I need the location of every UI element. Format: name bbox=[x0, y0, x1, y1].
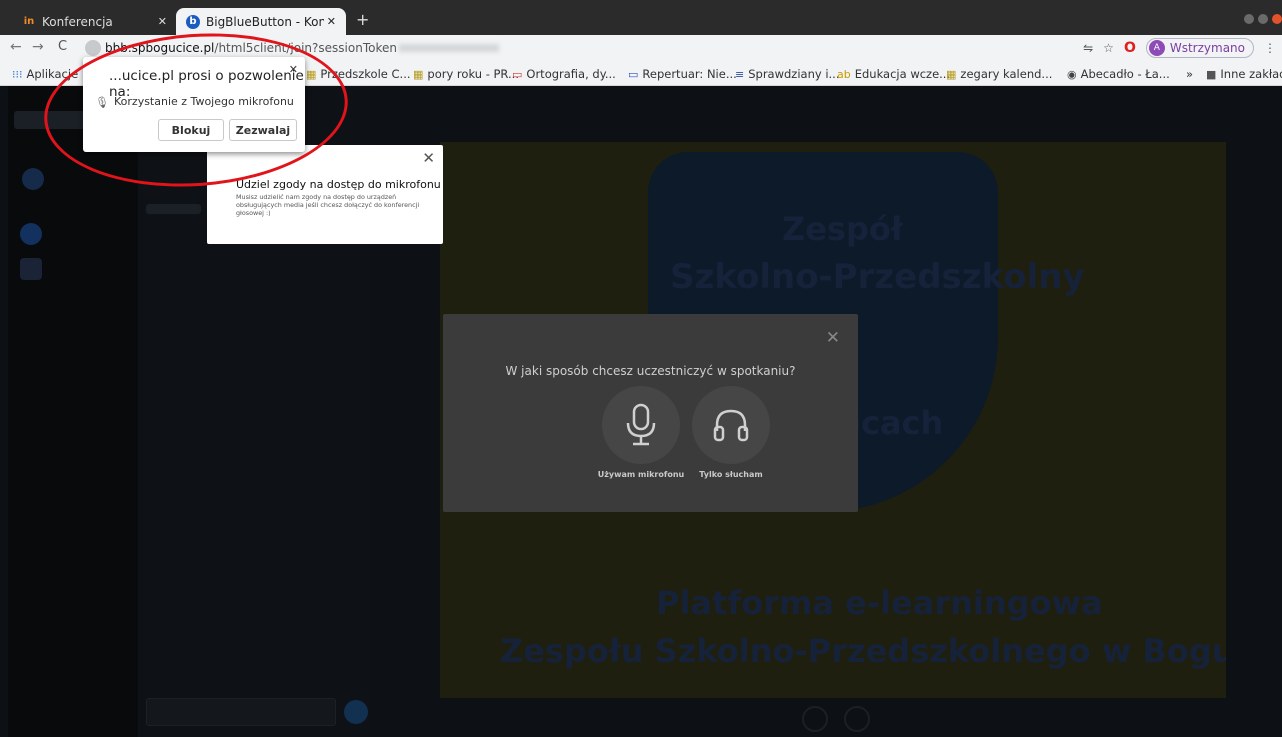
slide-text: icach bbox=[850, 404, 944, 442]
listen-only-button[interactable]: Tylko słucham bbox=[683, 386, 779, 479]
bookmark-item[interactable]: ≡ Sprawdziany i... bbox=[735, 67, 840, 81]
close-icon[interactable]: ✕ bbox=[826, 328, 840, 348]
use-microphone-button[interactable]: Używam mikrofonu bbox=[593, 386, 689, 479]
chat-line bbox=[146, 204, 201, 214]
bookmark-item[interactable]: ▭ Repertuar: Nie... bbox=[628, 67, 737, 81]
tab-label: Konferencja bbox=[42, 14, 113, 29]
user-list-panel bbox=[8, 86, 138, 737]
microphone-icon: 🎙 bbox=[95, 96, 109, 109]
microphone-permission-hint: ✕ Udziel zgody na dostęp do mikrofonu Mu… bbox=[207, 145, 443, 244]
forward-icon[interactable]: → bbox=[32, 39, 44, 55]
folder-image-icon: ▦ bbox=[413, 67, 424, 81]
headphones-icon bbox=[692, 386, 770, 464]
quiz-icon: ≡ bbox=[735, 67, 745, 81]
back-icon[interactable]: ← bbox=[10, 39, 22, 55]
close-icon[interactable]: ✕ bbox=[289, 63, 298, 76]
avatar bbox=[22, 168, 44, 190]
profile-button[interactable]: A Wstrzymano bbox=[1145, 38, 1254, 58]
avatar: A bbox=[1148, 40, 1165, 56]
url-blurred bbox=[398, 44, 499, 52]
bookmark-apps[interactable]: ⁝⁝⁝ Aplikacje bbox=[12, 67, 78, 81]
tab-close-icon[interactable]: ✕ bbox=[327, 15, 336, 28]
opera-extension-icon[interactable]: O bbox=[1124, 40, 1136, 56]
bookmark-item[interactable]: ▦ zegary kalend... bbox=[946, 67, 1052, 81]
minimize-icon[interactable] bbox=[1244, 14, 1254, 24]
window-controls bbox=[1244, 14, 1282, 24]
slide-text: Platforma e-learningowa bbox=[656, 584, 1103, 622]
url-path: /html5client/join?sessionToken bbox=[214, 41, 397, 55]
audio-toggle-icon[interactable] bbox=[802, 706, 828, 732]
translate-icon[interactable]: ⇋ bbox=[1083, 41, 1093, 55]
folder-image-icon: ▦ bbox=[306, 67, 317, 81]
modal-question: W jaki sposób chcesz uczestniczyć w spot… bbox=[505, 364, 796, 378]
abc-icon: ab bbox=[837, 67, 851, 81]
send-button[interactable] bbox=[344, 700, 368, 724]
address-bar[interactable]: bbb.spbogucice.pl /html5client/join?sess… bbox=[85, 37, 1085, 59]
bookmark-item[interactable]: ▦ Przedszkole C... bbox=[306, 67, 411, 81]
slide-text: Szkolno-Przedszkolny bbox=[670, 257, 1085, 297]
microphone-icon bbox=[602, 386, 680, 464]
new-tab-icon[interactable]: + bbox=[356, 10, 369, 29]
option-label: Tylko słucham bbox=[699, 470, 763, 479]
tab-label: BigBlueButton - Konferen bbox=[206, 14, 324, 29]
slide-text: Zespół bbox=[782, 210, 903, 248]
tab-favicon-icon: b bbox=[186, 14, 200, 29]
permission-item: Korzystanie z Twojego mikrofonu bbox=[114, 95, 294, 108]
tab-konferencja[interactable]: in Konferencja ✕ bbox=[12, 8, 177, 35]
folder-image-icon: ▦ bbox=[946, 67, 957, 81]
permission-prompt: ...ucice.pl prosi o pozwolenie na: ✕ 🎙 K… bbox=[83, 57, 305, 152]
presentation-icon: ▭ bbox=[512, 67, 523, 81]
folder-icon: ■ bbox=[1206, 67, 1217, 81]
other-bookmarks[interactable]: ■Inne zakładk bbox=[1206, 67, 1282, 81]
hint-body: Musisz udzielić nam zgody na dostęp do u… bbox=[236, 193, 420, 217]
bookmark-item[interactable]: ▭ Ortografia, dy... bbox=[512, 67, 616, 81]
close-window-icon[interactable] bbox=[1272, 14, 1282, 24]
close-icon[interactable]: ✕ bbox=[422, 149, 435, 167]
avatar bbox=[20, 258, 42, 280]
video-toggle-icon[interactable] bbox=[844, 706, 870, 732]
site-info-icon[interactable] bbox=[85, 40, 101, 56]
avatar bbox=[20, 223, 42, 245]
menu-icon[interactable]: ⋮ bbox=[1264, 41, 1276, 55]
url-host: bbb.spbogucice.pl bbox=[105, 41, 215, 55]
apps-icon: ⁝⁝⁝ bbox=[12, 67, 23, 81]
tab-favicon-icon: in bbox=[23, 16, 35, 27]
option-label: Używam mikrofonu bbox=[597, 470, 685, 479]
audio-join-modal: ✕ W jaki sposób chcesz uczestniczyć w sp… bbox=[443, 314, 858, 512]
tab-close-icon[interactable]: ✕ bbox=[158, 15, 167, 28]
reload-icon[interactable]: C bbox=[58, 39, 67, 54]
bookmark-item[interactable]: ▦ pory roku - PR... bbox=[413, 67, 519, 81]
tab-bigbluebutton[interactable]: b BigBlueButton - Konferen ✕ bbox=[176, 8, 346, 35]
toolbar-right: ⇋ ☆ O A Wstrzymano ⋮ bbox=[1083, 38, 1276, 58]
hint-title: Udziel zgody na dostęp do mikrofonu bbox=[236, 178, 441, 191]
more-bookmarks-icon[interactable]: » bbox=[1186, 67, 1193, 81]
slide-text: Zespołu Szkolno-Przedszkolnego w Bogucic… bbox=[500, 632, 1226, 670]
bookmark-item[interactable]: ◉ Abecadło - Ła... bbox=[1067, 67, 1170, 81]
chat-input[interactable] bbox=[146, 698, 336, 726]
ticket-icon: ▭ bbox=[628, 67, 639, 81]
globe-icon: ◉ bbox=[1067, 67, 1077, 81]
allow-button[interactable]: Zezwalaj bbox=[229, 119, 297, 141]
maximize-icon[interactable] bbox=[1258, 14, 1268, 24]
profile-label: Wstrzymano bbox=[1169, 41, 1245, 55]
bookmark-item[interactable]: ab Edukacja wcze... bbox=[837, 67, 950, 81]
browser-tab-bar: in Konferencja ✕ b BigBlueButton - Konfe… bbox=[0, 0, 1282, 35]
block-button[interactable]: Blokuj bbox=[158, 119, 224, 141]
bookmark-star-icon[interactable]: ☆ bbox=[1103, 41, 1114, 55]
